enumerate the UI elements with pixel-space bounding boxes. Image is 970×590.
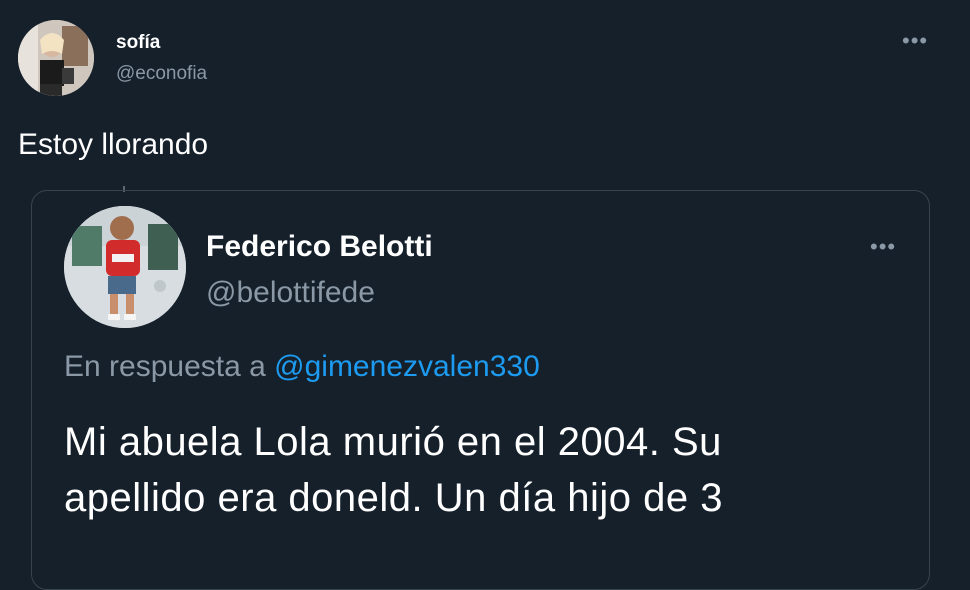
author-name[interactable]: sofía [116, 32, 160, 54]
quoted-text-line-1: Mi abuela Lola murió en el 2004. Su [64, 420, 722, 464]
reply-context: En respuesta a @gimenezvalen330 [64, 350, 540, 384]
more-options-icon[interactable]: ••• [902, 30, 928, 52]
quoted-author-name[interactable]: Federico Belotti [206, 230, 433, 264]
quoted-author-avatar[interactable] [64, 206, 186, 328]
tweet-text: Estoy llorando [18, 128, 209, 161]
reply-mention-link[interactable]: @gimenezvalen330 [274, 350, 540, 383]
author-handle[interactable]: @econofia [116, 63, 207, 85]
quoted-more-options-icon[interactable]: ••• [870, 236, 896, 258]
quoted-author-handle[interactable]: @belottifede [206, 276, 375, 310]
quoted-tweet-text: Mi abuela Lola murió en el 2004. Su apel… [64, 414, 924, 526]
reply-prefix: En respuesta a [64, 350, 266, 383]
author-avatar[interactable] [18, 20, 94, 96]
quoted-text-line-2: apellido era doneld. Un día hijo de 3 [64, 476, 723, 520]
